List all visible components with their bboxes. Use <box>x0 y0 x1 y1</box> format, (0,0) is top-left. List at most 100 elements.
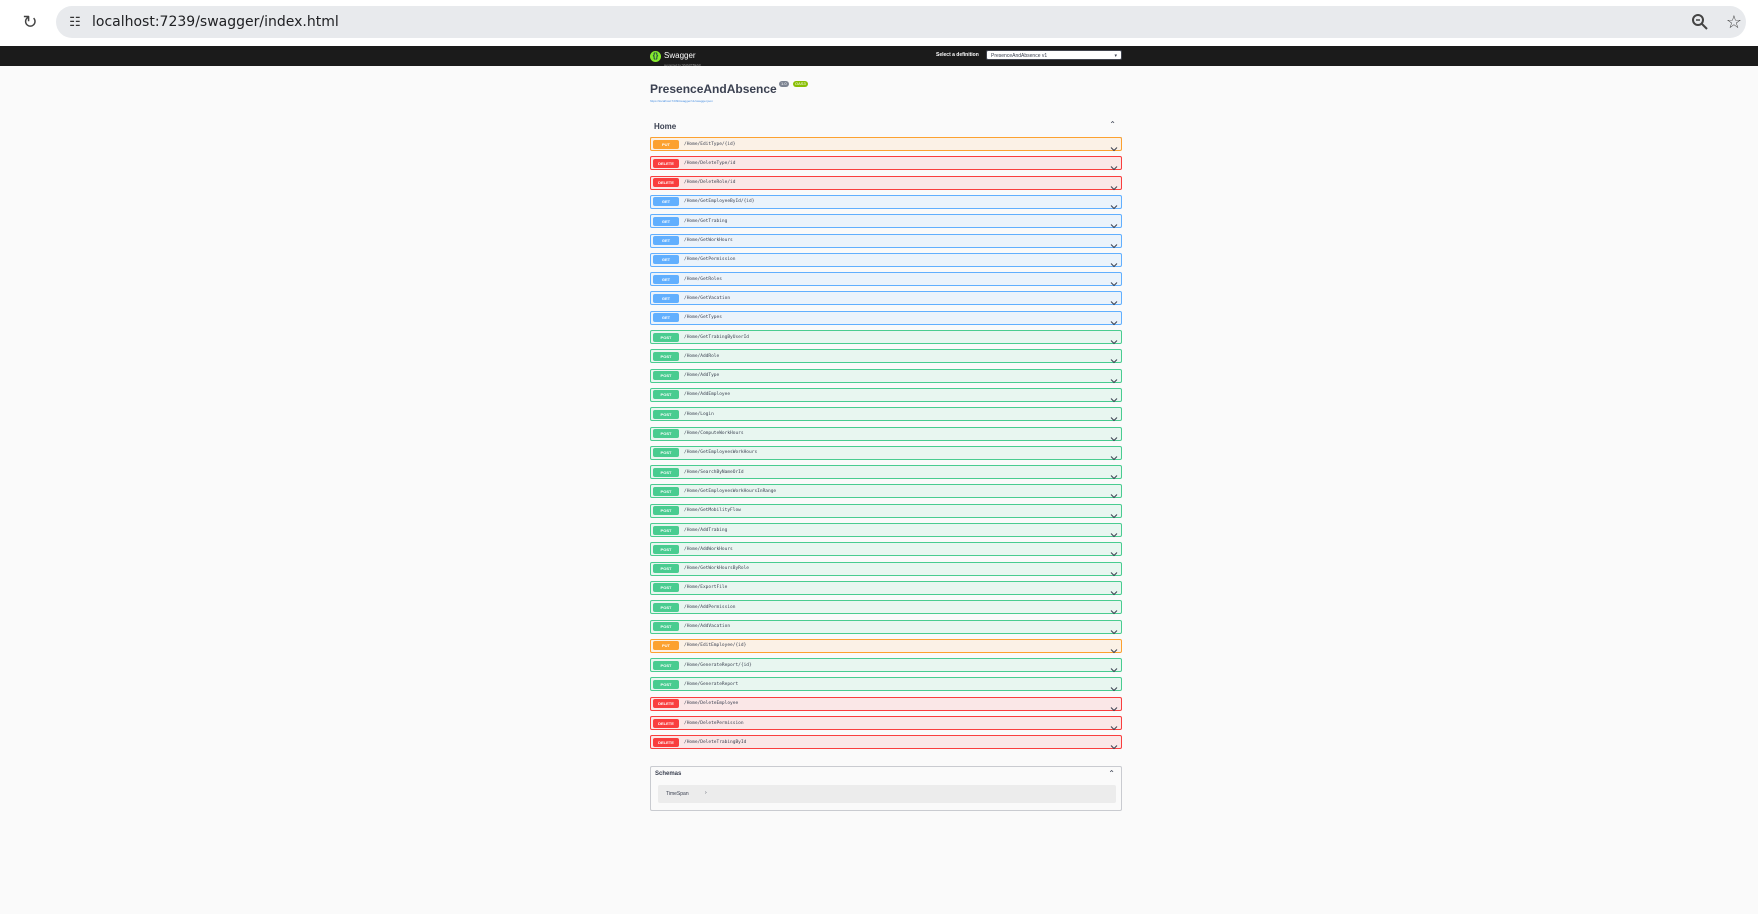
schemas-section: Schemas ⌃ TimeSpan › <box>650 766 1122 811</box>
schemas-title[interactable]: Schemas <box>655 771 681 777</box>
spec-url-link[interactable]: https://localhost:7239/swagger/v1/swagge… <box>650 99 713 103</box>
operation-get[interactable]: GET/Home/GetRoles <box>650 272 1122 287</box>
chevron-down-icon[interactable] <box>1110 661 1118 673</box>
method-badge: POST <box>653 622 679 631</box>
address-bar[interactable]: ☷ localhost:7239/swagger/index.html ☆ <box>56 6 1746 38</box>
operation-post[interactable]: POST/Home/AddVacation <box>650 619 1122 634</box>
operation-post[interactable]: POST/Home/AddPermission <box>650 600 1122 615</box>
chevron-down-icon[interactable] <box>1110 198 1118 210</box>
method-badge: POST <box>653 332 679 342</box>
operation-post[interactable]: POST/Home/GetEmployeesWorkHoursInRange <box>650 484 1122 499</box>
chevron-down-icon[interactable] <box>1110 391 1118 403</box>
chevron-down-icon[interactable] <box>1110 738 1118 750</box>
chevron-down-icon[interactable] <box>1110 642 1118 654</box>
method-badge: DELETE <box>653 158 679 168</box>
operation-post[interactable]: POST/Home/GenerateReport <box>650 677 1122 692</box>
operation-path: /Home/GetRoles <box>684 276 722 282</box>
operation-post[interactable]: POST/Home/ExportFile <box>650 580 1122 596</box>
chevron-down-icon[interactable] <box>1110 603 1118 615</box>
operation-get[interactable]: GET/Home/GetVacation <box>650 291 1122 306</box>
chevron-down-icon[interactable] <box>1110 217 1118 229</box>
method-badge: POST <box>653 390 679 400</box>
chevron-up-icon[interactable]: ⌃ <box>1108 769 1115 778</box>
operation-path: /Home/EditType/{id} <box>684 141 736 147</box>
operation-path: /Home/ExportFile <box>684 585 728 591</box>
chevron-down-icon[interactable] <box>1110 719 1118 731</box>
method-badge: POST <box>653 371 679 381</box>
chevron-up-icon[interactable]: ⌃ <box>1109 120 1116 129</box>
operation-post[interactable]: POST/Home/GetWorkHoursByRole <box>650 561 1122 576</box>
site-info-icon[interactable]: ☷ <box>66 13 84 31</box>
operation-post[interactable]: POST/Home/AddRole <box>650 349 1122 364</box>
operation-post[interactable]: POST/Home/ComputeWorkHours <box>650 426 1122 441</box>
operation-put[interactable]: PUT/Home/EditType/{id} <box>650 137 1122 152</box>
chevron-down-icon[interactable] <box>1110 275 1118 287</box>
chevron-down-icon[interactable] <box>1110 410 1118 422</box>
chevron-down-icon[interactable] <box>1110 430 1118 441</box>
version-badge: 1.0 <box>779 81 789 87</box>
chevron-down-icon[interactable] <box>1110 256 1118 268</box>
chevron-down-icon[interactable] <box>1110 468 1118 480</box>
tag-section-home[interactable]: Home ⌃ <box>650 117 1122 138</box>
chevron-down-icon[interactable] <box>1110 680 1118 692</box>
operation-get[interactable]: GET/Home/GetTypes <box>650 310 1122 325</box>
chevron-down-icon[interactable] <box>1110 294 1118 306</box>
zoom-icon[interactable] <box>1690 12 1710 32</box>
operation-path: /Home/GetEmployeesWorkHours <box>684 450 758 456</box>
operation-post[interactable]: POST/Home/GetEmployeesWorkHours <box>650 445 1122 461</box>
operation-post[interactable]: POST/Home/SearchByNameOrId <box>650 465 1122 480</box>
method-badge: POST <box>653 467 679 477</box>
operation-delete[interactable]: DELETE/Home/DeletePermission <box>650 716 1122 731</box>
operation-get[interactable]: GET/Home/GetEmployeeById/{id} <box>650 194 1122 210</box>
operation-delete[interactable]: DELETE/Home/DeleteTrabingById <box>650 735 1122 750</box>
operation-post[interactable]: POST/Home/AddType <box>650 368 1122 383</box>
method-badge: DELETE <box>653 737 679 747</box>
logo-subtext: supported by SMARTBEAR <box>664 63 701 67</box>
operation-get[interactable]: GET/Home/GetPermission <box>650 252 1122 268</box>
chevron-down-icon[interactable] <box>1110 700 1118 711</box>
operation-delete[interactable]: DELETE/Home/DeleteRole/id <box>650 175 1122 190</box>
definition-select[interactable]: PresenceAndAbsence v1 ▾ <box>986 50 1122 60</box>
chevron-down-icon[interactable] <box>1110 159 1118 171</box>
swagger-logo[interactable]: {} Swagger supported by SMARTBEAR <box>650 48 701 67</box>
operation-post[interactable]: POST/Home/GetTrabingByUserId <box>650 330 1122 345</box>
chevron-down-icon[interactable] <box>1110 565 1118 576</box>
operation-post[interactable]: POST/Home/GetMobilityFlow <box>650 503 1122 518</box>
chevron-down-icon[interactable] <box>1110 584 1118 596</box>
operation-delete[interactable]: DELETE/Home/DeleteType/id <box>650 156 1122 171</box>
operation-post[interactable]: POST/Home/AddTrabing <box>650 523 1122 538</box>
chevron-down-icon[interactable] <box>1110 526 1118 538</box>
chevron-down-icon[interactable] <box>1110 372 1118 383</box>
select-definition-label: Select a definition <box>936 52 979 58</box>
url-text[interactable]: localhost:7239/swagger/index.html <box>92 13 339 31</box>
chevron-down-icon[interactable] <box>1110 449 1118 461</box>
operation-post[interactable]: POST/Home/AddEmployee <box>650 387 1122 403</box>
reload-icon[interactable]: ↻ <box>20 12 40 32</box>
operation-path: /Home/AddWorkHours <box>684 546 733 552</box>
expand-arrow-icon[interactable]: › <box>705 790 707 796</box>
operation-path: /Home/GetWorkHours <box>684 238 733 243</box>
operation-get[interactable]: GET/Home/GetTrabing <box>650 214 1122 229</box>
star-icon[interactable]: ☆ <box>1724 12 1744 32</box>
schema-model[interactable]: TimeSpan › <box>658 785 1116 803</box>
tag-name: Home <box>654 122 677 131</box>
operation-get[interactable]: GET/Home/GetWorkHours <box>650 233 1122 248</box>
chevron-down-icon[interactable] <box>1110 352 1118 364</box>
chevron-down-icon[interactable] <box>1110 140 1118 152</box>
operation-post[interactable]: POST/Home/Login <box>650 407 1122 422</box>
operation-path: /Home/GenerateReport <box>684 681 739 687</box>
operation-post[interactable]: POST/Home/GenerateReport/{id} <box>650 658 1122 673</box>
chevron-down-icon[interactable] <box>1110 545 1118 557</box>
operation-path: /Home/DeletePermission <box>684 720 744 726</box>
chevron-down-icon[interactable] <box>1110 623 1118 634</box>
chevron-down-icon[interactable] <box>1110 333 1118 345</box>
operation-delete[interactable]: DELETE/Home/DeleteEmployee <box>650 696 1122 711</box>
chevron-down-icon[interactable] <box>1110 314 1118 325</box>
chevron-down-icon[interactable] <box>1110 507 1118 518</box>
operation-post[interactable]: POST/Home/AddWorkHours <box>650 542 1122 557</box>
operation-put[interactable]: PUT/Home/EditEmployee/{id} <box>650 638 1122 654</box>
chevron-down-icon[interactable] <box>1110 237 1118 248</box>
chevron-down-icon[interactable] <box>1110 179 1118 190</box>
chevron-down-icon[interactable] <box>1110 487 1118 499</box>
operation-path: /Home/Login <box>684 411 714 417</box>
